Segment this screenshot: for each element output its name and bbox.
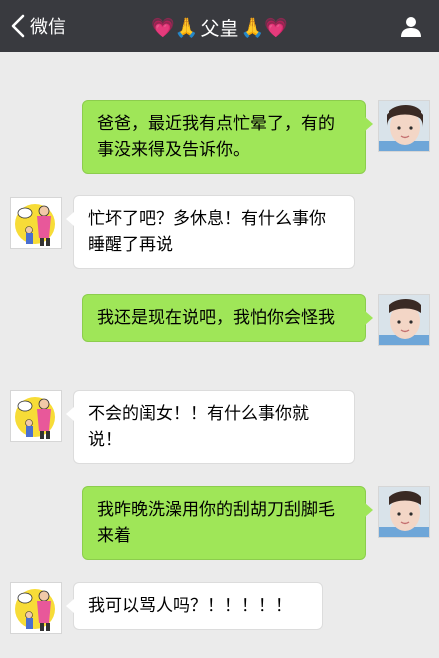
pray-heart-emoji: 🙏💗 <box>240 17 288 39</box>
avatar[interactable] <box>10 390 62 442</box>
avatar[interactable] <box>378 294 430 346</box>
avatar[interactable] <box>10 582 62 634</box>
avatar[interactable] <box>10 197 62 249</box>
girl-avatar-icon <box>379 101 429 151</box>
message-bubble-received[interactable]: 忙坏了吧？多休息！有什么事你睡醒了再说 <box>66 195 355 269</box>
girl-avatar-icon <box>379 487 429 537</box>
message-bubble-sent[interactable]: 爸爸，最近我有点忙晕了，有的事没来得及告诉你。 <box>82 100 373 174</box>
chat-header: 微信 💗🙏 父皇 🙏💗 <box>0 0 439 52</box>
message-bubble-received[interactable]: 我可以骂人吗？！！！！！ <box>66 582 323 630</box>
girl-avatar-icon <box>379 295 429 345</box>
message-bubble-received[interactable]: 不会的闺女！！有什么事你就说！ <box>66 390 355 464</box>
message-bubble-sent[interactable]: 我还是现在说吧，我怕你会怪我 <box>82 294 373 342</box>
message-bubble-sent[interactable]: 我昨晚洗澡用你的刮胡刀刮脚毛来着 <box>82 486 373 560</box>
cartoon-dad-avatar-icon <box>11 583 61 633</box>
heart-pray-emoji: 💗🙏 <box>151 17 199 39</box>
chat-title: 💗🙏 父皇 🙏💗 <box>0 14 439 41</box>
cartoon-dad-avatar-icon <box>11 391 61 441</box>
cartoon-dad-avatar-icon <box>11 198 61 248</box>
avatar[interactable] <box>378 100 430 152</box>
profile-icon[interactable] <box>399 14 423 38</box>
avatar[interactable] <box>378 486 430 538</box>
contact-name: 父皇 <box>200 18 239 40</box>
